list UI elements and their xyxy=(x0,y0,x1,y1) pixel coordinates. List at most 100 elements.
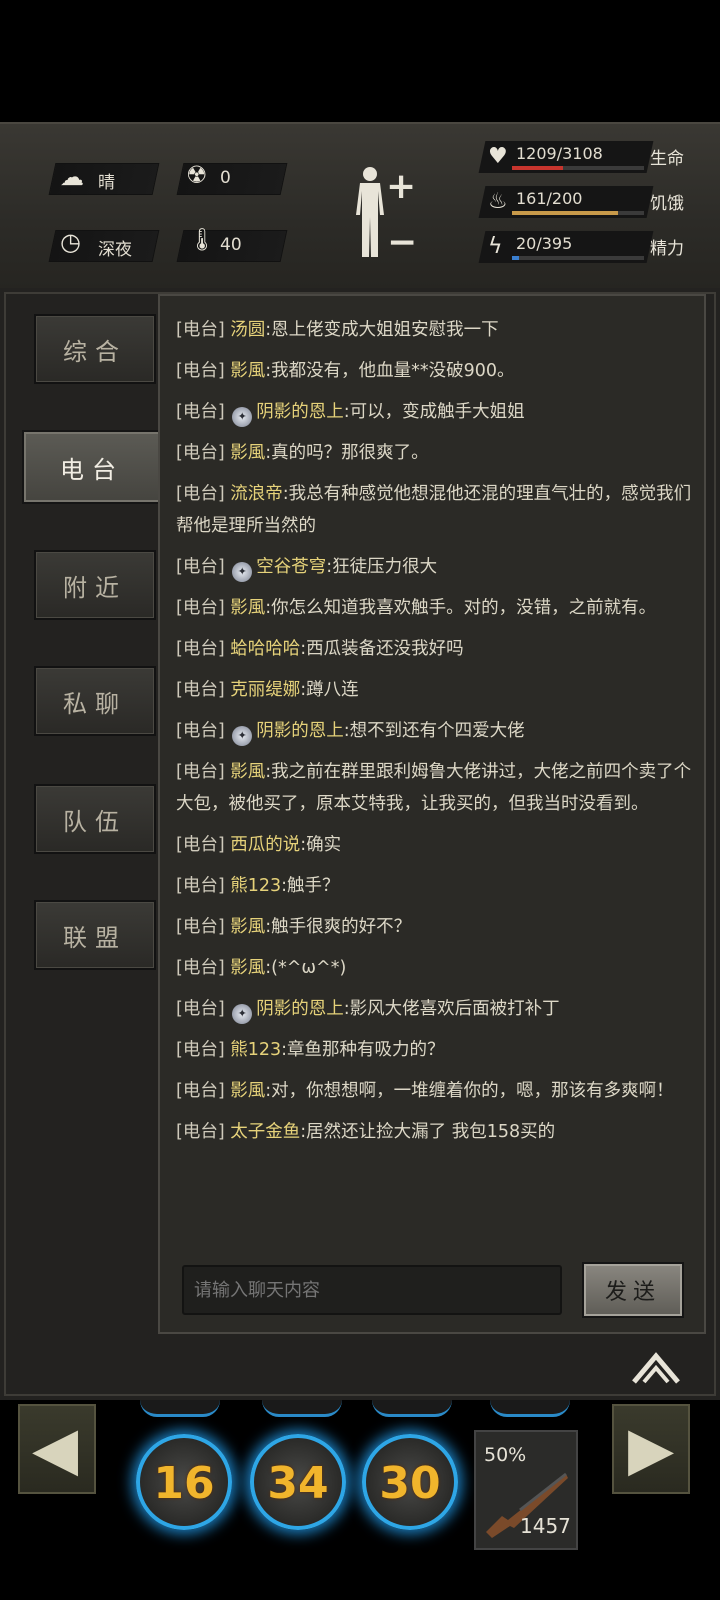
sender-name[interactable]: 阴影的恩上 xyxy=(256,999,344,1019)
message-text: 触手？ xyxy=(287,876,340,896)
next-arrow-button[interactable]: ▶ xyxy=(612,1404,690,1494)
chat-input[interactable] xyxy=(182,1265,562,1315)
skill-cooldown-2: 34 xyxy=(267,1458,329,1509)
vip-badge-icon: ✦ xyxy=(232,407,253,427)
channel-tag: [电台] xyxy=(176,1040,225,1060)
channel-tag: [电台] xyxy=(176,557,225,577)
temperature-value: 40 xyxy=(220,235,242,255)
tab-nearby[interactable]: 附近 xyxy=(34,550,156,620)
energy-head-icon: ϟ xyxy=(488,234,503,259)
chat-message: [电台] 影風:对，你想想啊，一堆缠着你的，嗯，那该有多爽啊！ xyxy=(176,1081,674,1101)
sender-name[interactable]: 西瓜的说 xyxy=(230,835,300,855)
message-text: 想不到还有个四爱大佬 xyxy=(349,721,525,741)
channel-tag: [电台] xyxy=(176,999,225,1019)
time-of-day-text: 深夜 xyxy=(98,240,132,260)
cloud-sun-icon: ☁ xyxy=(60,163,84,191)
chat-message: [电台] 克丽缇娜:蹲八连 xyxy=(176,680,359,700)
message-text: 触手很爽的好不？ xyxy=(271,917,412,937)
clock-icon: ◷ xyxy=(60,228,81,256)
weather-text: 晴 xyxy=(98,173,115,193)
channel-tag: [电台] xyxy=(176,762,225,782)
sender-name[interactable]: 流浪帝 xyxy=(230,484,283,504)
chat-message: [电台] 流浪帝:我总有种感觉他想混他还混的理直气壮的，感觉我们帮他是理所当然的 xyxy=(176,484,692,536)
channel-tag: [电台] xyxy=(176,320,225,340)
energy-value: 20/395 xyxy=(516,234,573,253)
skill-slot-2[interactable]: 34 xyxy=(250,1434,346,1530)
tab-private[interactable]: 私聊 xyxy=(34,666,156,736)
channel-tag: [电台] xyxy=(176,1122,225,1142)
hunger-label: 饥饿 xyxy=(650,194,684,214)
sender-name[interactable]: 蛤哈哈哈 xyxy=(230,639,300,659)
sender-name[interactable]: 阴影的恩上 xyxy=(256,402,344,422)
sender-name[interactable]: 影風 xyxy=(230,443,265,463)
message-text: 可以，变成触手大姐姐 xyxy=(349,402,525,422)
message-text: (*^ω^*) xyxy=(271,958,347,978)
channel-tag: [电台] xyxy=(176,484,225,504)
skill-slot-3[interactable]: 30 xyxy=(362,1434,458,1530)
sender-name[interactable]: 影風 xyxy=(230,762,265,782)
vip-badge-icon: ✦ xyxy=(232,1004,253,1024)
message-text: 西瓜装备还没我好吗 xyxy=(306,639,464,659)
chat-message: [电台] 汤圆:恩上佬变成大姐姐安慰我一下 xyxy=(176,320,499,340)
plus-icon[interactable]: + xyxy=(386,166,416,207)
sender-name[interactable]: 影風 xyxy=(230,1081,265,1101)
chevron-right-icon: ▶ xyxy=(628,1414,675,1484)
weapon-slot[interactable]: 50% 1457 xyxy=(474,1430,578,1550)
chat-message-list[interactable]: [电台] 汤圆:恩上佬变成大姐姐安慰我一下 [电台] 影風:我都没有，他血量**没… xyxy=(176,314,694,1248)
message-text: 章鱼那种有吸力的？ xyxy=(287,1040,445,1060)
chat-message: [电台] 影風:我之前在群里跟利姆鲁大佬讲过，大佬之前四个卖了个大包，被他买了，… xyxy=(176,762,692,814)
tab-alliance[interactable]: 联盟 xyxy=(34,900,156,970)
message-text: 居然还让捡大漏了 我包158买的 xyxy=(306,1122,556,1142)
radiation-value: 0 xyxy=(220,168,231,188)
chat-message: [电台] ✦ 阴影的恩上:想不到还有个四爱大佬 xyxy=(176,715,694,747)
message-text: 狂徒压力很大 xyxy=(332,557,438,577)
chat-message: [电台] 西瓜的说:确实 xyxy=(176,835,342,855)
message-text: 确实 xyxy=(306,835,342,855)
collapse-up-icon[interactable] xyxy=(632,1350,680,1386)
sender-name[interactable]: 空谷苍穹 xyxy=(256,557,326,577)
radiation-icon: ☢ xyxy=(186,161,208,189)
weapon-ammo: 1457 xyxy=(520,1514,571,1538)
tab-general[interactable]: 综合 xyxy=(34,314,156,384)
sender-name[interactable]: 克丽缇娜 xyxy=(230,680,300,700)
sender-name[interactable]: 熊123 xyxy=(230,876,281,896)
channel-tag: [电台] xyxy=(176,402,225,422)
weapon-durability: 50% xyxy=(484,1444,527,1466)
channel-tag: [电台] xyxy=(176,917,225,937)
chat-message: [电台] ✦ 阴影的恩上:影风大佬喜欢后面被打补丁 xyxy=(176,993,694,1025)
sender-name[interactable]: 汤圆 xyxy=(230,320,265,340)
sender-name[interactable]: 熊123 xyxy=(230,1040,281,1060)
body-status-icon[interactable] xyxy=(350,165,390,260)
sender-name[interactable]: 影風 xyxy=(230,361,265,381)
channel-tag: [电台] xyxy=(176,721,225,741)
chat-message: [电台] 影風:你怎么知道我喜欢触手。对的，没错，之前就有。 xyxy=(176,598,657,618)
channel-tag: [电台] xyxy=(176,361,225,381)
prev-arrow-button[interactable]: ◀ xyxy=(18,1404,96,1494)
chat-message: [电台] 影風:触手很爽的好不？ xyxy=(176,917,412,937)
vip-badge-icon: ✦ xyxy=(232,562,253,582)
hunger-value: 161/200 xyxy=(516,189,583,208)
minus-icon[interactable]: − xyxy=(387,222,417,263)
skill-cooldown-1: 16 xyxy=(153,1458,215,1509)
tab-radio[interactable]: 电台 xyxy=(22,430,162,504)
sender-name[interactable]: 影風 xyxy=(230,598,265,618)
health-label: 生命 xyxy=(650,149,684,169)
message-text: 恩上佬变成大姐姐安慰我一下 xyxy=(271,320,499,340)
sender-name[interactable]: 影風 xyxy=(230,917,265,937)
tab-team[interactable]: 队伍 xyxy=(34,784,156,854)
skill-slot-1[interactable]: 16 xyxy=(136,1434,232,1530)
sender-name[interactable]: 影風 xyxy=(230,958,265,978)
channel-tag: [电台] xyxy=(176,876,225,896)
sender-name[interactable]: 太子金鱼 xyxy=(230,1122,300,1142)
channel-tag: [电台] xyxy=(176,680,225,700)
sender-name[interactable]: 阴影的恩上 xyxy=(256,721,344,741)
health-bar: ♥ 1209/3108 生命 xyxy=(478,141,710,177)
send-button[interactable]: 发送 xyxy=(582,1262,684,1318)
skill-slot-top-4 xyxy=(490,1400,570,1417)
health-value: 1209/3108 xyxy=(516,144,603,163)
stomach-icon: ♨ xyxy=(488,189,508,214)
message-text: 蹲八连 xyxy=(306,680,359,700)
chat-message: [电台] ✦ 阴影的恩上:可以，变成触手大姐姐 xyxy=(176,396,694,428)
channel-tag: [电台] xyxy=(176,598,225,618)
skill-slot-top-1 xyxy=(140,1400,220,1417)
